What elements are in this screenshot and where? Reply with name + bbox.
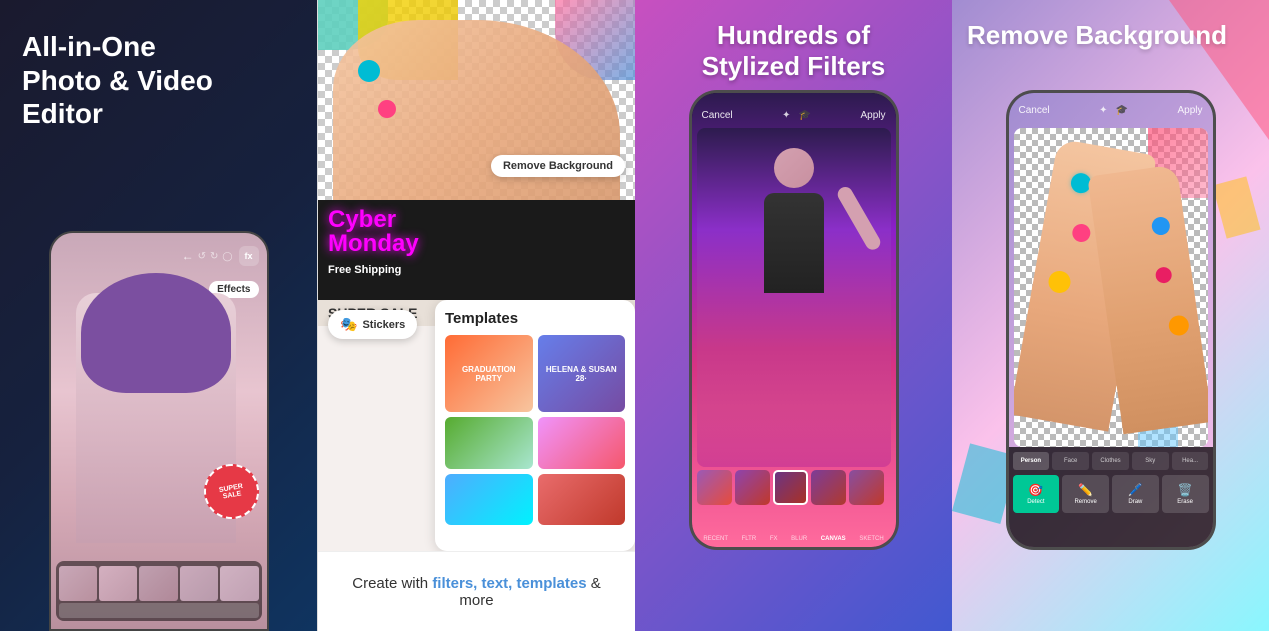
filter-thumb-5[interactable] <box>849 470 884 505</box>
cat-tab-face[interactable]: Face <box>1052 452 1089 470</box>
erase-icon: 🗑️ <box>1178 483 1193 497</box>
dancer-head <box>774 148 814 188</box>
cyber-monday-text: CyberMonday <box>318 200 635 264</box>
toolbar-actions-4: ✦ 🎓 <box>1099 105 1128 116</box>
dancer-body <box>764 193 824 293</box>
panel-1: All-in-One Photo & Video Editor ← ↺ ↻ ◯ … <box>0 0 317 631</box>
tab-recent[interactable]: RECENT <box>703 536 728 542</box>
yellow-rect-accent <box>1212 176 1260 238</box>
template-item-2: HELENA & SUSAN28· <box>538 335 626 412</box>
dancer-area <box>697 128 891 467</box>
ring-3 <box>1046 269 1071 294</box>
template-item-1: GRADUATIONPARTY <box>445 335 533 412</box>
caption-highlight-text: text, <box>482 575 513 592</box>
filter-thumb-2[interactable] <box>735 470 770 505</box>
phone-screen-1: ← ↺ ↻ ◯ fx Effects SUPER SALE <box>51 233 267 629</box>
action-tab-remove[interactable]: ✏️ Remove <box>1062 475 1109 513</box>
ring-4 <box>1150 216 1170 236</box>
hands-display-area <box>1014 128 1208 447</box>
phone-mockup-4: Cancel ✦ 🎓 Apply <box>1006 90 1216 550</box>
timeline-bar <box>56 561 262 621</box>
glow-bottom <box>697 407 891 467</box>
panel-4-title: Remove Background <box>967 20 1254 51</box>
tab-fltr[interactable]: FLTR <box>742 536 757 542</box>
apply-btn-3[interactable]: Apply <box>860 110 885 121</box>
shipping-text: Free Shipping <box>318 264 635 276</box>
timeline-wave <box>59 603 259 618</box>
caption-highlight-templates: templates <box>517 575 587 592</box>
phone-screen-4: Cancel ✦ 🎓 Apply <box>1009 93 1213 547</box>
template-item-3 <box>445 417 533 468</box>
dancer-silhouette <box>749 148 839 368</box>
templates-grid: GRADUATIONPARTY HELENA & SUSAN28· <box>445 335 625 525</box>
phone-mockup-3: Cancel ✦ 🎓 Apply <box>689 90 899 550</box>
hair-element <box>81 273 231 393</box>
magic-icon[interactable]: ✦ <box>782 110 790 121</box>
category-tabs-row: Person Face Clothes Sky Hea... <box>1013 452 1209 470</box>
panel-4: Remove Background Cancel ✦ 🎓 Apply <box>952 0 1269 631</box>
tab-sketch[interactable]: SKETCH <box>859 536 883 542</box>
wand-icon-4[interactable]: ✦ <box>1099 105 1107 116</box>
tab-fx[interactable]: FX <box>770 536 778 542</box>
toolbar-actions: ✦ 🎓 <box>782 110 811 121</box>
phone-toolbar-3: Cancel ✦ 🎓 Apply <box>692 101 896 129</box>
panel-2-caption-area: Create with filters, text, templates & m… <box>318 551 635 631</box>
template-item-4 <box>538 417 626 468</box>
templates-title: Templates <box>445 310 625 327</box>
detect-icon: 🎯 <box>1028 483 1043 497</box>
cat-tab-clothes[interactable]: Clothes <box>1092 452 1129 470</box>
cancel-btn-3[interactable]: Cancel <box>702 110 733 121</box>
apply-btn-4[interactable]: Apply <box>1177 105 1202 116</box>
fx-icon[interactable]: fx <box>239 246 259 266</box>
filter-thumb-1[interactable] <box>697 470 732 505</box>
bottom-panel-4: Person Face Clothes Sky Hea... 🎯 Detect … <box>1009 447 1213 547</box>
panel-1-title: All-in-One Photo & Video Editor <box>22 30 295 131</box>
cancel-btn-4[interactable]: Cancel <box>1019 105 1050 116</box>
eraser-icon: ✏️ <box>1078 483 1093 497</box>
tab-canvas[interactable]: CANVAS <box>821 536 846 542</box>
draw-icon: 🖊️ <box>1128 483 1143 497</box>
cat-tab-head[interactable]: Hea... <box>1172 452 1209 470</box>
template-item-5 <box>445 474 533 525</box>
ring-pink <box>378 100 396 118</box>
phone-mockup-1: ← ↺ ↻ ◯ fx Effects SUPER SALE <box>49 231 269 631</box>
ring-teal <box>358 60 380 82</box>
panel-3-title: Hundreds of Stylized Filters <box>635 20 952 82</box>
cyber-monday-area: CyberMonday Free Shipping <box>318 200 635 300</box>
ring-2 <box>1070 223 1091 244</box>
filter-thumbnails-row <box>692 467 896 507</box>
phone-screen-3: Cancel ✦ 🎓 Apply <box>692 93 896 547</box>
ring-6 <box>1167 314 1190 337</box>
caption-highlight-filters: filters, <box>432 575 477 592</box>
templates-card: Templates GRADUATIONPARTY HELENA & SUSAN… <box>435 300 635 551</box>
remove-bg-tooltip: Remove Background <box>491 155 625 177</box>
action-tab-erase[interactable]: 🗑️ Erase <box>1162 475 1209 513</box>
panel-2-caption: Create with filters, text, templates & m… <box>338 575 615 609</box>
filter-thumb-4[interactable] <box>811 470 846 505</box>
tab-blur[interactable]: BLUR <box>791 536 807 542</box>
phone-toolbar-4: Cancel ✦ 🎓 Apply <box>1009 98 1213 123</box>
hat-icon[interactable]: 🎓 <box>799 110 811 121</box>
panel-2: Remove Background CyberMonday Free Shipp… <box>317 0 635 631</box>
template-item-6 <box>538 474 626 525</box>
filter-tab-labels: RECENT FLTR FX BLUR CANVAS SKETCH <box>692 536 896 542</box>
filter-thumb-3-active[interactable] <box>773 470 808 505</box>
phone-toolbar-1: ← ↺ ↻ ◯ fx <box>51 241 267 271</box>
stickers-tooltip: 🎭 Stickers <box>328 310 417 339</box>
panel-2-middle: SUPER SALE Templates GRADUATIONPARTY HEL… <box>318 300 635 551</box>
action-tabs-row: 🎯 Detect ✏️ Remove 🖊️ Draw 🗑️ Erase <box>1013 475 1209 513</box>
panel-3: Hundreds of Stylized Filters Cancel ✦ 🎓 … <box>635 0 952 631</box>
hat-icon-4[interactable]: 🎓 <box>1116 105 1128 116</box>
cat-tab-sky[interactable]: Sky <box>1132 452 1169 470</box>
cat-tab-person[interactable]: Person <box>1013 452 1050 470</box>
action-tab-draw[interactable]: 🖊️ Draw <box>1112 475 1159 513</box>
ring-5 <box>1154 266 1172 284</box>
action-tab-detect[interactable]: 🎯 Detect <box>1013 475 1060 513</box>
